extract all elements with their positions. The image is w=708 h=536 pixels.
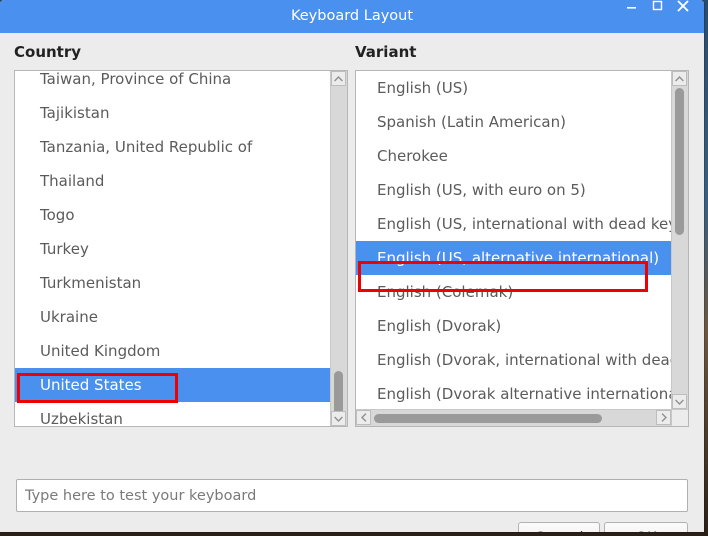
cancel-button[interactable]: Cancel [518,522,600,532]
scroll-left-arrow-icon[interactable] [356,410,371,425]
country-list-item[interactable]: Tanzania, United Republic of [15,130,330,164]
country-list-items: Taiwan, Province of China Tajikistan Tanza… [15,71,330,426]
variant-horizontal-scrollbar[interactable] [356,409,671,426]
country-vertical-scrollbar[interactable] [330,71,347,426]
country-list-item-selected[interactable]: United States [15,368,330,402]
ok-button[interactable]: OK [604,522,688,532]
ok-button-label: K [647,530,657,533]
variant-scrollbar-thumb[interactable] [675,88,684,235]
dialog-content: Country Variant Taiwan, Province of Chin… [0,33,704,532]
minimize-button[interactable] [620,0,642,33]
country-list-item[interactable]: Togo [15,198,330,232]
variant-list-item[interactable]: Cherokee [356,139,671,173]
variant-list-items: English (US) Spanish (Latin American) Cher… [356,71,671,409]
variant-list-item[interactable]: English (Dvorak) [356,309,671,343]
country-list-item[interactable]: Turkmenistan [15,266,330,300]
variant-list-item-selected[interactable]: English (US, alternative international) [356,241,671,275]
country-list-item[interactable]: Ukraine [15,300,330,334]
country-list-item[interactable]: Taiwan, Province of China [15,71,330,96]
country-list-item[interactable]: Tajikistan [15,96,330,130]
variant-list-item[interactable]: English (Colemak) [356,275,671,309]
country-list-viewport: Taiwan, Province of China Tajikistan Tanza… [15,71,330,426]
variant-listbox[interactable]: English (US) Spanish (Latin American) Cher… [355,70,689,427]
country-listbox[interactable]: Taiwan, Province of China Tajikistan Tanza… [14,70,348,427]
variant-vertical-scrollbar[interactable] [671,71,688,409]
country-list-item[interactable]: Turkey [15,232,330,266]
window-title: Keyboard Layout [290,8,414,24]
keyboard-test-input[interactable] [16,479,688,512]
country-list-item[interactable]: Thailand [15,164,330,198]
scroll-right-arrow-icon[interactable] [656,410,671,425]
scrollbar-corner [671,409,688,426]
variant-list-item[interactable]: Spanish (Latin American) [356,105,671,139]
variant-column-header: Variant [355,43,417,61]
keyboard-layout-dialog: Keyboard Layout Country Variant Taiwan, … [0,0,704,532]
country-column-header: Country [14,43,82,61]
variant-list-viewport: English (US) Spanish (Latin American) Cher… [356,71,671,409]
window-titlebar: Keyboard Layout [0,0,704,33]
scroll-up-arrow-icon[interactable] [331,71,346,86]
ok-button-mnemonic: O [636,530,647,533]
variant-list-item[interactable]: English (Dvorak, international with dead… [356,343,671,377]
cancel-button-mnemonic: C [534,530,544,533]
scroll-down-arrow-icon[interactable] [672,394,687,409]
maximize-button[interactable] [646,0,668,33]
variant-list-item[interactable]: English (US, international with dead key… [356,207,671,241]
scroll-up-arrow-icon[interactable] [672,71,687,86]
country-list-item[interactable]: United Kingdom [15,334,330,368]
variant-list-item[interactable]: English (US, with euro on 5) [356,173,671,207]
country-list-item[interactable]: Uzbekistan [15,402,330,426]
scroll-down-arrow-icon[interactable] [331,411,346,426]
variant-list-item[interactable]: English (Dvorak alternative internationa… [356,377,671,409]
close-button[interactable] [672,0,694,33]
variant-hscrollbar-thumb[interactable] [374,414,602,423]
variant-list-item[interactable]: English (US) [356,71,671,105]
cancel-button-label: ancel [545,530,584,533]
